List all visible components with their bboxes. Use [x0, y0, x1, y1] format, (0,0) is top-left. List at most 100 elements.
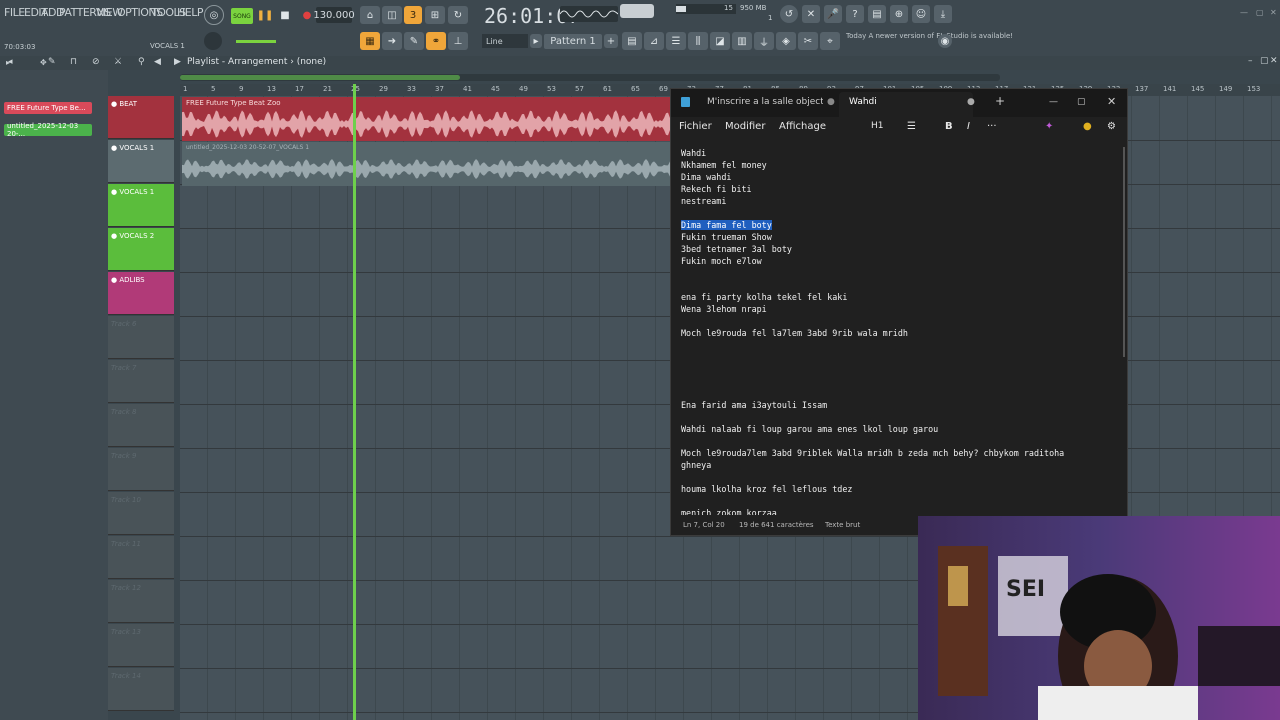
tools-icon[interactable]: ✂: [798, 32, 818, 50]
download-icon[interactable]: ⤓: [934, 5, 952, 23]
notepad-scrollbar[interactable]: [1123, 147, 1125, 357]
minimize-icon[interactable]: —: [1049, 97, 1058, 107]
new-tab-icon[interactable]: +: [995, 94, 1005, 108]
track-header[interactable]: Track 8: [108, 404, 174, 447]
playlist-icon[interactable]: ▦: [360, 32, 380, 50]
stop-icon[interactable]: ■: [276, 6, 294, 24]
panel-minimize-icon[interactable]: –: [1248, 56, 1253, 66]
panic-icon[interactable]: ✕: [802, 5, 820, 23]
pattern-prev-icon[interactable]: ▸: [530, 34, 542, 48]
help-icon[interactable]: ?: [846, 5, 864, 23]
playhead[interactable]: [353, 84, 356, 720]
track-header[interactable]: Track 7: [108, 360, 174, 403]
countdown-icon[interactable]: 3: [404, 6, 422, 24]
move-icon[interactable]: ✥: [40, 58, 47, 67]
master-pitch-slider[interactable]: [236, 40, 276, 43]
recording-icon[interactable]: ◎: [204, 5, 224, 25]
menu-file[interactable]: FILE: [4, 6, 25, 19]
loop-record-icon[interactable]: ↻: [448, 6, 468, 24]
piano-roll-icon[interactable]: ⊿: [644, 32, 664, 50]
track-header[interactable]: Track 13: [108, 624, 174, 667]
next-icon[interactable]: ➜: [382, 32, 402, 50]
stamp-icon[interactable]: ⊥: [448, 32, 468, 50]
zoom-icon[interactable]: ⚲: [138, 57, 145, 67]
heading-select[interactable]: H1: [871, 121, 884, 131]
update-notice[interactable]: Today A newer version of FL Studio is av…: [846, 32, 1013, 41]
brush-icon[interactable]: ✎: [404, 32, 424, 50]
track-header[interactable]: ● BEAT: [108, 96, 174, 139]
tab-close-dot[interactable]: ●: [967, 97, 975, 107]
arrow-icon[interactable]: ◂: [8, 57, 13, 67]
track-header[interactable]: Track 11: [108, 536, 174, 579]
plug-icon[interactable]: ⏚: [754, 32, 774, 50]
menu-affichage[interactable]: Affichage: [779, 121, 826, 132]
maximize-icon[interactable]: ▢: [1256, 8, 1264, 17]
channel-rack-icon[interactable]: ▤: [622, 32, 642, 50]
speaker-icon[interactable]: ◀: [154, 57, 161, 67]
track-header[interactable]: ● ADLIBS: [108, 272, 174, 315]
delete-icon[interactable]: ⊘: [92, 57, 100, 67]
undo-icon[interactable]: ↺: [780, 5, 798, 23]
text-line: [681, 411, 1111, 423]
mixer-icon[interactable]: ☰: [666, 32, 686, 50]
account-icon[interactable]: ●: [1083, 121, 1092, 132]
save-icon[interactable]: ▤: [868, 5, 886, 23]
list-icon[interactable]: ☰: [907, 121, 916, 132]
italic-icon[interactable]: I: [967, 121, 970, 132]
master-volume-knob[interactable]: [204, 32, 222, 50]
magnet-icon[interactable]: ⊓: [70, 57, 77, 67]
menu-help[interactable]: HELP: [177, 6, 203, 19]
track-header[interactable]: Track 10: [108, 492, 174, 535]
panel-close-icon[interactable]: ✕: [1270, 56, 1278, 66]
browser-icon[interactable]: ◪: [710, 32, 730, 50]
settings-icon[interactable]: ⚙: [1107, 121, 1116, 132]
chat-icon[interactable]: ☺: [912, 5, 930, 23]
browser-item[interactable]: untitled_2025-12-03 20-...: [4, 122, 92, 138]
track-header[interactable]: ● VOCALS 1: [108, 140, 174, 183]
snap-select[interactable]: Line: [482, 34, 528, 48]
close-icon[interactable]: ✕: [1107, 95, 1116, 108]
wait-input-icon[interactable]: ◫: [382, 6, 402, 24]
menu-modifier[interactable]: Modifier: [725, 121, 765, 132]
track-header[interactable]: Track 6: [108, 316, 174, 359]
track-header[interactable]: ● VOCALS 1: [108, 184, 174, 227]
plugin-icon[interactable]: ⊕: [890, 5, 908, 23]
file-icon[interactable]: ▥: [732, 32, 752, 50]
scrollbar-thumb[interactable]: [180, 75, 460, 80]
step-record-icon[interactable]: ⊞: [425, 6, 445, 24]
mic-icon[interactable]: 🎤: [824, 5, 842, 23]
browser-item[interactable]: FREE Future Type Be...: [4, 102, 92, 114]
pattern-selector[interactable]: Pattern 1: [544, 34, 602, 49]
song-mode-toggle[interactable]: SONG: [231, 8, 253, 24]
metronome-icon[interactable]: ⌂: [360, 6, 380, 24]
tempo-display[interactable]: 130.000: [313, 7, 355, 23]
pin-icon[interactable]: ⌖: [820, 32, 840, 50]
audio-clip-vocals[interactable]: untitled_2025-12-03 20-52-07_VOCALS 1: [182, 142, 672, 186]
tempo-tap-icon[interactable]: ◈: [776, 32, 796, 50]
more-icon[interactable]: ···: [987, 121, 997, 132]
update-icon[interactable]: ◉: [938, 34, 952, 48]
pause-icon[interactable]: ❚❚: [256, 6, 274, 24]
track-header[interactable]: Track 12: [108, 580, 174, 623]
audio-clip-beat[interactable]: FREE Future Type Beat Zoo: [182, 97, 672, 141]
maximize-icon[interactable]: ▢: [1077, 97, 1086, 107]
text-line: houma lkolha kroz fel leflous tdez: [681, 484, 853, 494]
panel-maximize-icon[interactable]: ▢: [1260, 56, 1269, 66]
slice-icon[interactable]: ⚔: [114, 57, 122, 67]
text-line: Moch le9rouda7lem 3abd 9riblek Walla mri…: [681, 448, 1065, 458]
play-icon[interactable]: ▶: [174, 57, 181, 67]
track-header[interactable]: Track 9: [108, 448, 174, 491]
faders-icon[interactable]: ⫼: [688, 32, 708, 50]
minimize-icon[interactable]: —: [1240, 8, 1248, 17]
bold-icon[interactable]: B: [945, 121, 953, 132]
menu-fichier[interactable]: Fichier: [679, 121, 712, 132]
link-icon[interactable]: ⚭: [426, 32, 446, 50]
pencil-icon[interactable]: ✎: [48, 57, 56, 67]
notepad-text-area[interactable]: Wahdi Nkhamem fel money Dima wahdi Rekech f…: [681, 147, 1111, 515]
track-header[interactable]: Track 14: [108, 668, 174, 711]
close-icon[interactable]: ✕: [1270, 8, 1277, 17]
pattern-add-icon[interactable]: +: [604, 34, 618, 48]
tab-inactive[interactable]: M'inscrire a la salle objectif ir: [707, 97, 823, 107]
copilot-icon[interactable]: ✦: [1045, 121, 1053, 132]
track-header[interactable]: ● VOCALS 2: [108, 228, 174, 271]
